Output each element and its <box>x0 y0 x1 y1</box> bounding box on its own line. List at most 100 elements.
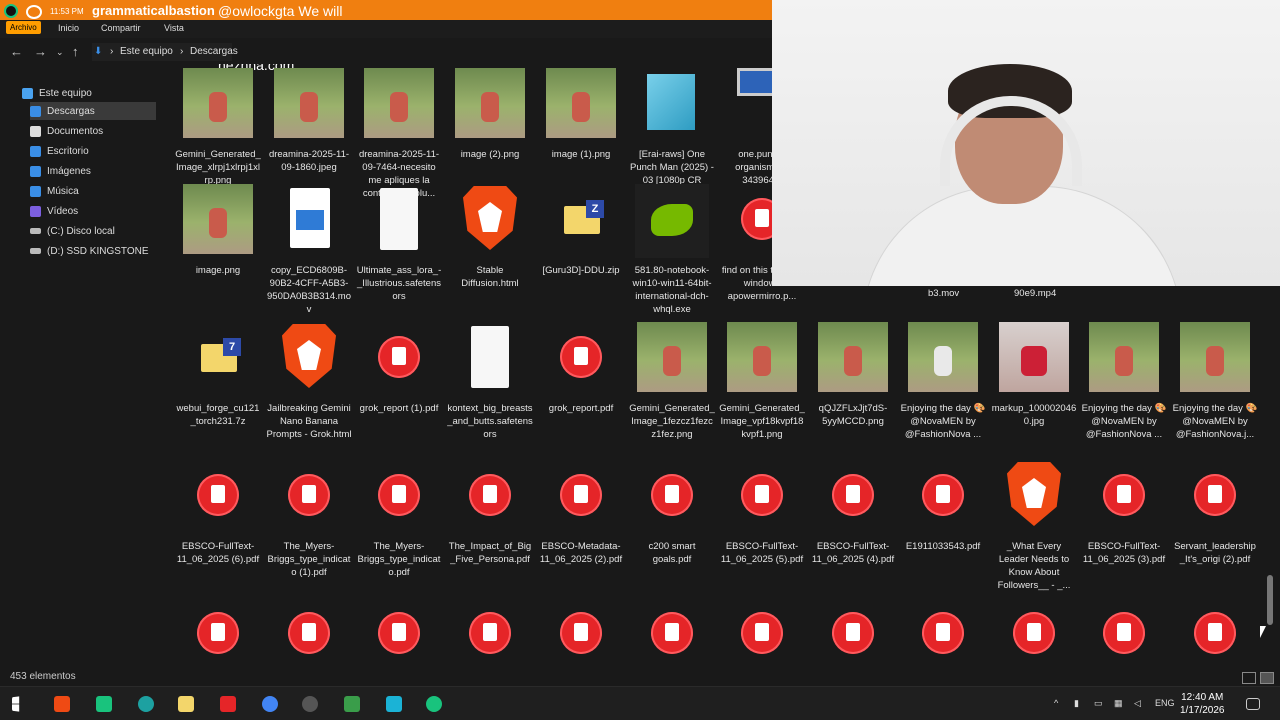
file-item[interactable]: Enjoying the day 🎨 @NovaMEN by @FashionN… <box>1081 322 1167 441</box>
vertical-scrollbar[interactable] <box>1266 70 1274 660</box>
taskbar-clock[interactable]: 12:40 AM 1/17/2026 <box>1180 691 1225 717</box>
file-item[interactable]: E1911033543.pdf <box>900 460 986 553</box>
file-item[interactable] <box>719 598 805 672</box>
file-item[interactable]: markup_1000020460.jpg <box>991 322 1077 428</box>
file-item[interactable]: webui_forge_cu121_torch231.7z <box>175 322 261 428</box>
pdf-file-icon <box>378 612 420 654</box>
file-item[interactable]: Gemini_Generated_Image_1fezcz1fezcz1fez.… <box>629 322 715 441</box>
file-item[interactable] <box>1081 598 1167 672</box>
recent-chevron-icon[interactable]: ⌄ <box>56 47 64 58</box>
file-item[interactable]: image.png <box>175 184 261 277</box>
network-icon[interactable]: ▦ <box>1114 698 1123 709</box>
sidebar-item-escritorio[interactable]: Escritorio <box>30 142 89 160</box>
file-item[interactable]: grok_report (1).pdf <box>356 322 442 415</box>
file-item[interactable] <box>900 598 986 672</box>
file-item[interactable]: [Erai-raws] One Punch Man (2025) - 03 [1… <box>629 68 715 200</box>
file-item[interactable]: EBSCO-Metadata-11_06_2025 (2).pdf <box>538 460 624 566</box>
file-item[interactable] <box>447 598 533 672</box>
app3-taskbar-icon[interactable] <box>386 696 402 712</box>
file-explorer-taskbar-icon[interactable] <box>178 696 194 712</box>
battery-icon[interactable]: ▭ <box>1094 698 1103 709</box>
file-item[interactable]: The_Myers-Briggs_type_indicato (1).pdf <box>266 460 352 579</box>
file-name[interactable]: b3.mov <box>928 288 959 299</box>
file-item[interactable]: Stable Diffusion.html <box>447 184 533 290</box>
sidebar-item-documentos[interactable]: Documentos <box>30 122 103 140</box>
file-item[interactable]: 581.80-notebook-win10-win11-64bit-intern… <box>629 184 715 316</box>
file-item[interactable]: The_Myers-Briggs_type_indicato.pdf <box>356 460 442 579</box>
file-item[interactable] <box>266 598 352 672</box>
file-item[interactable]: Enjoying the day 🎨 @NovaMEN by @FashionN… <box>900 322 986 441</box>
sidebar-item-videos[interactable]: Vídeos <box>30 202 78 220</box>
file-item[interactable] <box>810 598 896 672</box>
app4-taskbar-icon[interactable] <box>426 696 442 712</box>
ribbon-tab-archivo[interactable]: Archivo <box>6 21 41 34</box>
sidebar-item-musica[interactable]: Música <box>30 182 79 200</box>
volume-icon[interactable]: ◁ <box>1134 698 1141 709</box>
file-item[interactable]: [Guru3D]-DDU.zip <box>538 184 624 277</box>
file-item[interactable]: dreamina-2025-11-09-7464-necesito me apl… <box>356 68 442 200</box>
file-item[interactable]: Gemini_Generated_Image_xlrpj1xlrpj1xlrp.… <box>175 68 261 187</box>
file-item[interactable]: The_Impact_of_Big_Five_Persona.pdf <box>447 460 533 566</box>
file-item[interactable]: Servant_leadership_It's_origi (2).pdf <box>1172 460 1258 566</box>
notifications-icon[interactable] <box>1246 698 1260 710</box>
file-item[interactable] <box>175 598 261 672</box>
chrome-taskbar-icon[interactable] <box>262 696 278 712</box>
up-arrow-icon[interactable]: ↑ <box>72 44 79 59</box>
scrollbar-thumb[interactable] <box>1267 575 1273 625</box>
sidebar-item-este-equipo[interactable]: Este equipo <box>22 84 92 102</box>
file-item[interactable] <box>538 598 624 672</box>
show-hidden-icons-icon[interactable]: ^ <box>1054 698 1058 708</box>
forward-arrow-icon[interactable]: → <box>34 44 47 59</box>
file-item[interactable]: Gemini_Generated_Image_vpf18kvpf18kvpf1.… <box>719 322 805 441</box>
file-item[interactable]: image (2).png <box>447 68 533 161</box>
edge-taskbar-icon[interactable] <box>138 696 154 712</box>
back-arrow-icon[interactable]: ← <box>10 44 23 59</box>
sidebar-item-disco-d[interactable]: (D:) SSD KINGSTONE <box>30 242 149 260</box>
breadcrumb-este-equipo[interactable]: Este equipo <box>120 46 173 57</box>
file-name: markup_1000020460.jpg <box>991 403 1077 427</box>
sidebar-item-label: Vídeos <box>47 205 79 217</box>
file-item[interactable]: image (1).png <box>538 68 624 161</box>
file-item[interactable]: Jailbreaking Gemini Nano Banana Prompts … <box>266 322 352 441</box>
sidebar-item-disco-c[interactable]: (C:) Disco local <box>30 222 115 240</box>
file-item[interactable]: EBSCO-FullText-11_06_2025 (3).pdf <box>1081 460 1167 566</box>
file-item[interactable]: copy_ECD6809B-90B2-4CFF-A5B3-950DA0B3B31… <box>266 184 352 316</box>
large-icons-view-icon[interactable] <box>1260 672 1274 684</box>
file-item[interactable]: qQJZFLxJjt7dS-5yyMCCD.png <box>810 322 896 428</box>
pdf-taskbar-icon[interactable] <box>220 696 236 712</box>
file-name[interactable]: 90e9.mp4 <box>1014 288 1056 299</box>
ribbon-tab-vista[interactable]: Vista <box>164 23 184 33</box>
sidebar-item-imagenes[interactable]: Imágenes <box>30 162 91 180</box>
sidebar-item-descargas[interactable]: Descargas <box>30 102 156 120</box>
ribbon-tab-compartir[interactable]: Compartir <box>101 23 141 33</box>
brave-html-icon <box>1007 462 1061 526</box>
brave-taskbar-icon[interactable] <box>54 696 70 712</box>
file-item[interactable] <box>356 598 442 672</box>
file-thumbnail <box>181 322 255 396</box>
breadcrumb-descargas[interactable]: Descargas <box>190 46 238 57</box>
ribbon-tab-inicio[interactable]: Inicio <box>58 23 79 33</box>
address-bar[interactable]: ⬇ › Este equipo › Descargas <box>92 43 238 61</box>
videos-folder-icon <box>30 205 41 217</box>
microphone-icon[interactable]: ▮ <box>1074 698 1079 709</box>
language-indicator[interactable]: ENG <box>1155 698 1175 708</box>
file-item[interactable]: _What Every Leader Needs to Know About F… <box>991 460 1077 592</box>
file-item[interactable]: EBSCO-FullText-11_06_2025 (5).pdf <box>719 460 805 566</box>
details-view-icon[interactable] <box>1242 672 1256 684</box>
app2-taskbar-icon[interactable] <box>344 696 360 712</box>
file-item[interactable]: Ultimate_ass_lora_-_Illustrious.safetens… <box>356 184 442 303</box>
file-item[interactable]: EBSCO-FullText-11_06_2025 (6).pdf <box>175 460 261 566</box>
file-item[interactable] <box>1172 598 1258 672</box>
file-item[interactable] <box>629 598 715 672</box>
file-item[interactable]: dreamina-2025-11-09-1860.jpeg <box>266 68 352 174</box>
file-item[interactable]: kontext_big_breasts_and_butts.safetensor… <box>447 322 533 441</box>
document-folder-icon <box>30 125 41 137</box>
file-item[interactable]: Enjoying the day 🎨 @NovaMEN by @FashionN… <box>1172 322 1258 441</box>
file-item[interactable]: grok_report.pdf <box>538 322 624 415</box>
file-item[interactable]: c200 smart goals.pdf <box>629 460 715 566</box>
app-taskbar-icon[interactable] <box>96 696 112 712</box>
file-item[interactable] <box>991 598 1077 672</box>
file-item[interactable]: EBSCO-FullText-11_06_2025 (4).pdf <box>810 460 896 566</box>
windows-start-icon[interactable] <box>12 696 20 712</box>
obs-taskbar-icon[interactable] <box>302 696 318 712</box>
